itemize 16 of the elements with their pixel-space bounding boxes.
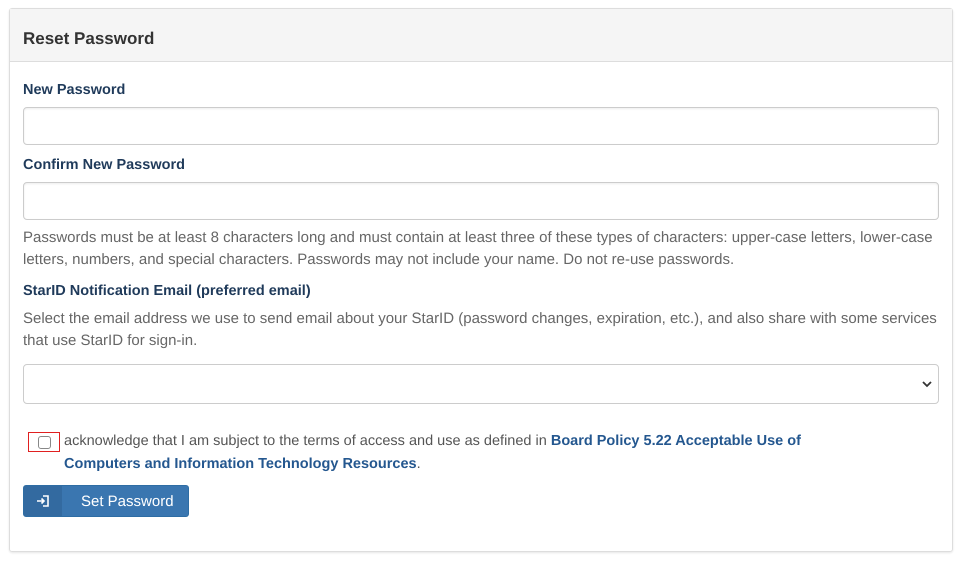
password-field[interactable]	[23, 107, 939, 145]
email-select[interactable]	[23, 364, 939, 404]
panel-title: Reset Password	[10, 9, 952, 62]
agreement-text: acknowledge that I am subject to the terms of access and use as defined in Board Policy 5.22 Acceptable Use of Computers and Information Technology Resources.	[64, 432, 802, 474]
chevron-icon	[922, 380, 932, 388]
password-rules: Passwords must be at least 8 characters long and must contain at least three of these types of characters: upper-case letters, lower-case letters, numbers, and special characters. Passwords may not include your name. Do not re-use passwords.	[23, 228, 934, 270]
field-label: New Password	[23, 82, 126, 98]
field-description: Select the email address we use to send email about your StarID (password changes, expiration, etc.), and also share with some services that use StarID for sign-in.	[23, 309, 938, 351]
set-password-button[interactable]: Set Password	[23, 485, 189, 517]
policy-link[interactable]: Computers and Information Technology Resources	[64, 456, 417, 472]
field-label: Confirm New Password	[23, 157, 186, 173]
field-label: StarID Notification Email (preferred email)	[23, 283, 312, 299]
policy-link[interactable]: Board Policy 5.22 Acceptable Use of	[550, 433, 801, 449]
password-field[interactable]	[23, 182, 939, 220]
sign-in-icon	[36, 495, 50, 507]
agreement-checkbox[interactable]	[38, 436, 50, 448]
